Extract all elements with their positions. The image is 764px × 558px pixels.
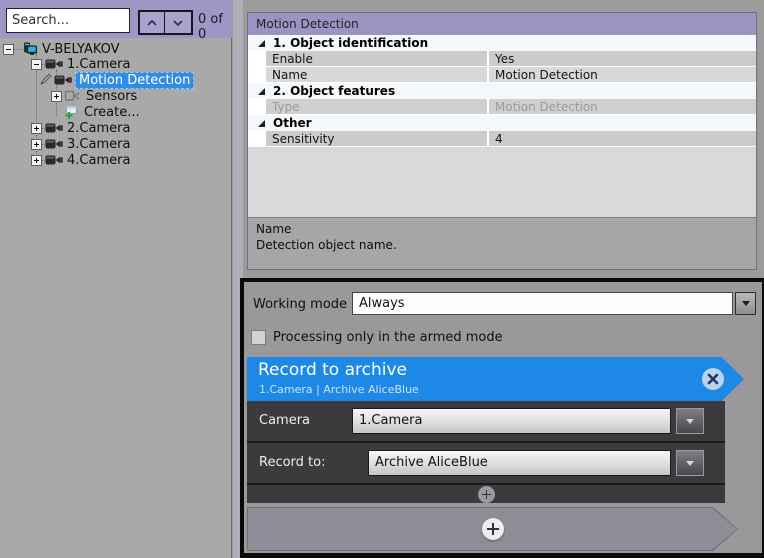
property-label: Enable	[266, 51, 487, 66]
pencil-icon	[38, 73, 52, 87]
camera-icon	[45, 138, 63, 150]
collapse-expander-icon[interactable]	[31, 59, 42, 70]
close-icon[interactable]	[702, 368, 724, 390]
armed-mode-label: Processing only in the armed mode	[273, 330, 503, 345]
tree-item-label-selected: Motion Detection	[75, 72, 194, 89]
computer-icon	[23, 42, 38, 56]
add-parameter-row	[247, 485, 725, 503]
tree-item-label: 3.Camera	[67, 137, 130, 152]
chevron-down-icon	[742, 301, 750, 306]
property-group-row[interactable]: Other	[248, 115, 756, 131]
properties-panel: Motion Detection 1. Object identificatio…	[247, 12, 757, 270]
search-next-button[interactable]	[165, 10, 193, 35]
property-label: Type	[266, 99, 487, 114]
tree-item-camera-4[interactable]: 4.Camera	[0, 152, 231, 168]
tree-item-camera-3[interactable]: 3.Camera	[0, 136, 231, 152]
camera-icon	[54, 74, 72, 86]
tree-item-motion-detection[interactable]: Motion Detection	[0, 72, 231, 88]
tree-item-camera-1[interactable]: 1.Camera	[0, 56, 231, 72]
tree-item-label: V-BELYAKOV	[42, 42, 120, 57]
rule-settings-panel: Working mode Always Processing only in t…	[240, 278, 764, 558]
expand-expander-icon[interactable]	[31, 155, 42, 166]
tree-item-server[interactable]: V-BELYAKOV	[0, 40, 231, 56]
camera-select[interactable]: 1.Camera	[352, 408, 671, 434]
property-label: Name	[266, 67, 487, 82]
tree-item-create[interactable]: Create...	[0, 104, 231, 120]
property-row[interactable]: Enable Yes	[248, 51, 756, 67]
add-action-icon[interactable]	[482, 518, 504, 540]
camera-icon	[45, 58, 63, 70]
expand-expander-icon[interactable]	[31, 139, 42, 150]
action-card-body: Camera 1.Camera Record to: Archive Alice…	[247, 401, 725, 503]
camera-field-label: Camera	[259, 413, 310, 428]
property-grid-empty-area	[248, 147, 756, 217]
chevron-down-icon	[686, 461, 694, 466]
record-to-field-label: Record to:	[259, 455, 325, 470]
search-previous-button[interactable]	[138, 10, 166, 35]
camera-icon	[45, 122, 63, 134]
record-to-select[interactable]: Archive AliceBlue	[368, 450, 671, 476]
search-input[interactable]	[6, 8, 130, 33]
group-expand-icon[interactable]	[258, 88, 265, 95]
property-row[interactable]: Sensitivity 4	[248, 131, 756, 147]
tree-item-sensors[interactable]: Sensors	[0, 88, 231, 104]
property-value[interactable]: Motion Detection	[489, 67, 756, 82]
working-mode-select[interactable]: Always	[352, 292, 733, 315]
property-label: Sensitivity	[266, 131, 487, 146]
working-mode-label: Working mode	[253, 297, 347, 312]
group-expand-icon[interactable]	[258, 40, 265, 47]
create-icon	[64, 105, 78, 119]
chevron-up-icon	[146, 19, 158, 27]
working-mode-dropdown-button[interactable]	[735, 292, 756, 315]
property-value: Motion Detection	[489, 99, 756, 114]
property-grid: 1. Object identification Enable Yes Name…	[248, 35, 756, 147]
add-icon[interactable]	[478, 486, 495, 503]
search-bar: 0 of 0	[0, 0, 232, 38]
chevron-down-icon	[686, 419, 694, 424]
tree-item-label: 1.Camera	[67, 57, 130, 72]
action-card-title: Record to archive	[258, 360, 407, 380]
tree-item-label: 2.Camera	[67, 121, 130, 136]
add-action-arrow	[247, 507, 738, 551]
action-card-subtitle: 1.Camera | Archive AliceBlue	[259, 383, 419, 396]
camera-dropdown-button[interactable]	[676, 408, 704, 434]
property-group-row[interactable]: 1. Object identification	[248, 35, 756, 51]
camera-field-row: Camera 1.Camera	[247, 401, 725, 441]
property-description: Name Detection object name.	[248, 217, 756, 269]
record-to-field-row: Record to: Archive AliceBlue	[247, 443, 725, 483]
search-result-count: 0 of 0	[198, 12, 232, 42]
property-description-title: Name	[256, 222, 748, 236]
tree-item-label: 4.Camera	[67, 153, 130, 168]
tree-item-label: Sensors	[86, 89, 137, 104]
camera-icon	[45, 154, 63, 166]
expand-expander-icon[interactable]	[31, 123, 42, 134]
property-value[interactable]: Yes	[489, 51, 756, 66]
action-card-header[interactable]: Record to archive 1.Camera | Archive Ali…	[247, 357, 744, 401]
chevron-down-icon	[172, 19, 184, 27]
armed-mode-checkbox[interactable]	[251, 330, 266, 345]
property-row-disabled: Type Motion Detection	[248, 99, 756, 115]
device-tree-panel: 0 of 0 V-BELYAKOV	[0, 0, 232, 558]
property-description-text: Detection object name.	[256, 238, 748, 252]
tree-item-label: Create...	[84, 105, 140, 120]
record-to-dropdown-button[interactable]	[676, 450, 704, 476]
property-row[interactable]: Name Motion Detection	[248, 67, 756, 83]
properties-panel-title: Motion Detection	[248, 13, 756, 35]
expand-expander-icon[interactable]	[51, 91, 62, 102]
sensors-icon	[64, 90, 80, 103]
tree-item-camera-2[interactable]: 2.Camera	[0, 120, 231, 136]
group-expand-icon[interactable]	[258, 120, 265, 127]
property-value[interactable]: 4	[489, 131, 756, 146]
collapse-expander-icon[interactable]	[3, 44, 14, 55]
device-tree: V-BELYAKOV 1.Camera	[0, 40, 231, 168]
property-group-row[interactable]: 2. Object features	[248, 83, 756, 99]
